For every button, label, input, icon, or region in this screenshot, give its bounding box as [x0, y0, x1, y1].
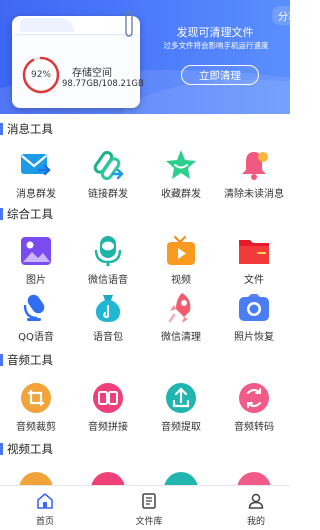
- video-tool-icon-peek[interactable]: [19, 472, 53, 485]
- storage-value: 98.77GB/108.21GB: [62, 79, 144, 89]
- user-icon: [248, 493, 264, 509]
- image-icon: [21, 237, 51, 265]
- video-tool-icon-peek[interactable]: [91, 472, 125, 485]
- tool-message-broadcast[interactable]: 消息群发: [0, 148, 72, 206]
- tool-label: 消息群发: [16, 189, 56, 200]
- tool-label: 收藏群发: [161, 189, 201, 200]
- tool-label: 链接群发: [88, 189, 128, 200]
- clean-now-button[interactable]: 立即清理: [181, 65, 259, 85]
- document-icon: [142, 493, 156, 509]
- video-icon: [167, 235, 195, 265]
- paperclip-icon: [93, 150, 124, 181]
- camera-icon: [239, 294, 269, 321]
- section-title-audio-tools: 音频工具: [0, 352, 290, 368]
- tool-label: 视频: [171, 275, 191, 286]
- video-tool-icon-peek[interactable]: [237, 472, 271, 485]
- tool-label: 音频裁剪: [16, 422, 56, 433]
- section-title-message-tools: 消息工具: [0, 121, 290, 137]
- star-icon: [166, 150, 196, 179]
- tool-label: 图片: [26, 275, 46, 286]
- tool-label: 文件: [244, 275, 264, 286]
- tool-file[interactable]: 文件: [218, 234, 290, 292]
- clean-subtitle: 过多文件将会影响手机运行速度: [163, 41, 269, 50]
- nav-profile[interactable]: 我的: [226, 492, 286, 528]
- tool-label: 语音包: [93, 332, 123, 343]
- tool-photo-recovery[interactable]: 照片恢复: [218, 291, 290, 349]
- tool-voice-pack[interactable]: 语音包: [72, 291, 144, 349]
- wechat-voice-icon: [94, 236, 122, 266]
- envelope-icon: [21, 154, 51, 176]
- folder-tab: [20, 18, 74, 32]
- nav-file-library[interactable]: 文件库: [119, 492, 179, 528]
- nav-label: 首页: [35, 517, 54, 527]
- tool-label: 微信语音: [88, 275, 128, 286]
- storage-card: 92% 存储空间 98.77GB/108.21GB: [12, 11, 144, 108]
- nav-label: 文件库: [135, 517, 163, 527]
- microphone-icon: [23, 294, 45, 321]
- storage-percent: 92%: [30, 70, 51, 80]
- tool-label: 照片恢复: [234, 332, 274, 343]
- header-banner: 分享 92% 存储空间 98.77GB/108.21GB 发现可清理文件 过多文…: [0, 0, 290, 114]
- video-tools-grid-partial: [0, 468, 290, 485]
- storage-title: 存储空间: [72, 68, 112, 79]
- clean-title: 发现可清理文件: [176, 26, 254, 39]
- tool-favorite-broadcast[interactable]: 收藏群发: [145, 148, 217, 206]
- audio-convert-icon: [239, 383, 269, 413]
- rocket-icon: [168, 293, 191, 323]
- tool-label: 清除未读消息: [224, 189, 284, 200]
- tool-link-broadcast[interactable]: 链接群发: [72, 148, 144, 206]
- tool-label: QQ语音: [18, 332, 54, 343]
- tool-video[interactable]: 视频: [145, 234, 217, 292]
- tool-audio-convert[interactable]: 音频转码: [218, 381, 290, 439]
- nav-home[interactable]: 首页: [15, 492, 75, 528]
- tool-audio-extract[interactable]: 音频提取: [145, 381, 217, 439]
- tool-wechat-voice[interactable]: 微信语音: [72, 234, 144, 292]
- tool-image[interactable]: 图片: [0, 234, 72, 292]
- nav-label: 我的: [246, 517, 265, 527]
- voice-pack-icon: [95, 295, 121, 322]
- tool-label: 音频转码: [234, 422, 274, 433]
- tool-wechat-clean[interactable]: 微信清理: [145, 291, 217, 349]
- tool-label: 微信清理: [161, 332, 201, 343]
- bottom-navigation: 首页 文件库 我的: [0, 485, 290, 530]
- paperclip-icon: [125, 11, 133, 37]
- tool-label: 音频拼接: [88, 422, 128, 433]
- video-tool-icon-peek[interactable]: [164, 472, 198, 485]
- home-icon: [37, 493, 53, 509]
- audio-extract-icon: [166, 383, 196, 413]
- folder-icon: [239, 240, 269, 264]
- share-button[interactable]: 分享: [272, 6, 290, 25]
- section-title-video-tools: 视频工具: [0, 441, 290, 457]
- section-title-general-tools: 综合工具: [0, 206, 290, 222]
- tool-audio-merge[interactable]: 音频拼接: [72, 381, 144, 439]
- audio-merge-icon: [93, 383, 123, 413]
- tool-qq-voice[interactable]: QQ语音: [0, 291, 72, 349]
- tool-label: 音频提取: [161, 422, 201, 433]
- tool-audio-crop[interactable]: 音频裁剪: [0, 381, 72, 439]
- tool-clear-unread[interactable]: 清除未读消息: [218, 148, 290, 206]
- audio-crop-icon: [21, 383, 51, 413]
- bell-icon: [242, 152, 268, 180]
